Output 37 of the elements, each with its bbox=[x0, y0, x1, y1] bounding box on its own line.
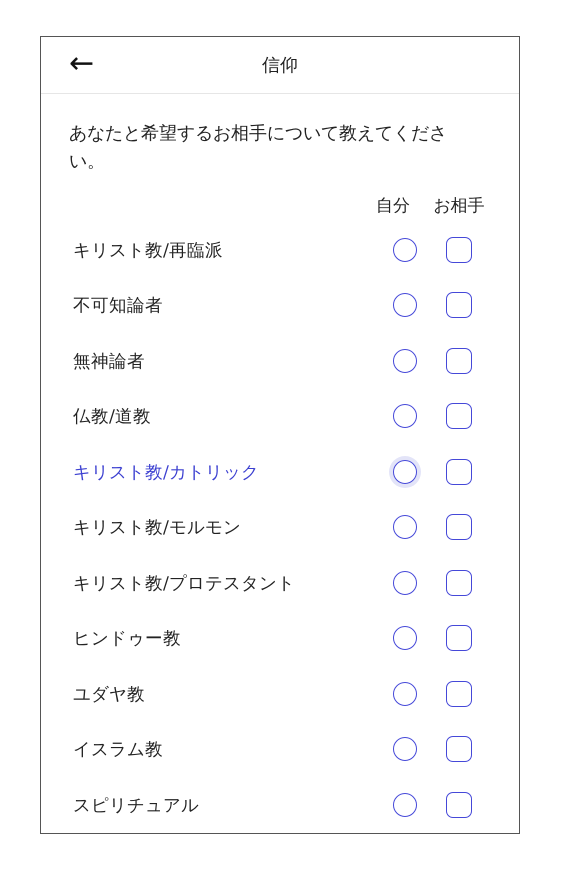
partner-checkbox[interactable] bbox=[446, 736, 472, 762]
self-radio[interactable] bbox=[392, 682, 416, 706]
self-radio[interactable] bbox=[392, 792, 416, 817]
option-label: ユダヤ教 bbox=[72, 684, 146, 706]
self-radio[interactable] bbox=[392, 404, 416, 428]
partner-checkbox[interactable] bbox=[446, 292, 472, 318]
option-label: イスラム教 bbox=[72, 739, 164, 762]
option-label: キリスト教/プロテスタント bbox=[72, 572, 296, 595]
option-label: 不可知論者 bbox=[72, 295, 164, 318]
partner-checkbox[interactable] bbox=[446, 625, 472, 652]
self-radio[interactable] bbox=[392, 348, 416, 373]
partner-checkbox[interactable] bbox=[446, 514, 472, 540]
column-header: お相手 bbox=[432, 194, 486, 216]
option-label: 仏教/道教 bbox=[72, 406, 152, 428]
partner-checkbox[interactable] bbox=[446, 570, 472, 596]
partner-checkbox[interactable] bbox=[446, 348, 472, 374]
column-header: 自分 bbox=[375, 194, 411, 216]
option-label: キリスト教/再臨派 bbox=[72, 240, 224, 262]
self-radio[interactable] bbox=[392, 293, 416, 318]
partner-checkbox[interactable] bbox=[446, 403, 472, 430]
self-radio[interactable] bbox=[392, 737, 416, 762]
page-title: 信仰 bbox=[262, 54, 298, 77]
self-radio[interactable] bbox=[392, 570, 416, 595]
partner-checkbox[interactable] bbox=[446, 792, 472, 818]
intro-text: あなたと希望するお相手について教えてください。 bbox=[69, 122, 448, 174]
self-radio[interactable] bbox=[392, 626, 416, 650]
option-label: スピリチュアル bbox=[72, 794, 200, 817]
partner-checkbox[interactable] bbox=[446, 236, 472, 263]
back-button[interactable]: ← bbox=[65, 47, 98, 81]
option-label: キリスト教/モルモン bbox=[72, 517, 242, 540]
partner-checkbox[interactable] bbox=[446, 680, 472, 707]
self-radio[interactable] bbox=[392, 515, 416, 540]
partner-checkbox[interactable] bbox=[446, 458, 472, 485]
option-label: キリスト教/カトリック bbox=[72, 462, 260, 484]
self-radio[interactable] bbox=[392, 238, 416, 262]
option-label: 無神論者 bbox=[72, 350, 146, 373]
option-label: ヒンドゥー教 bbox=[72, 628, 182, 650]
